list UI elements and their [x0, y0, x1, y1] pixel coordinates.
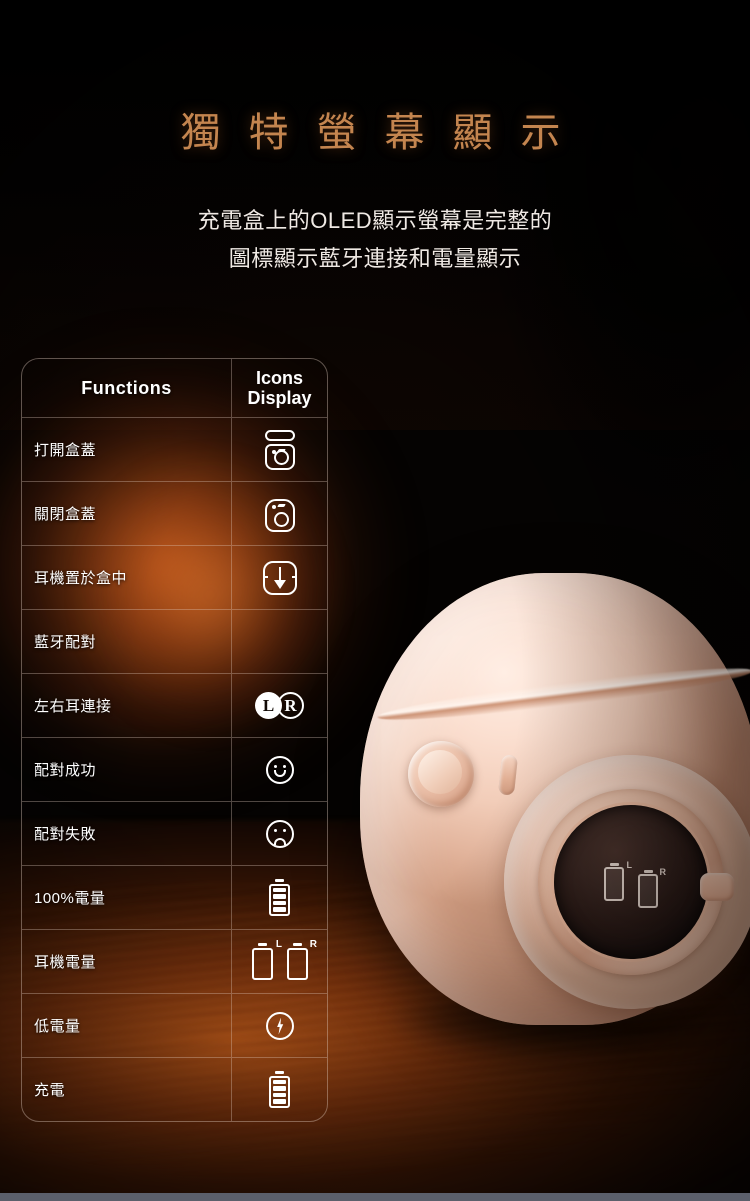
- case-body-shape: [264, 498, 295, 532]
- battery-full-icon: [269, 879, 291, 916]
- case-open-icon: [258, 428, 302, 472]
- subtitle-line-1: 充電盒上的OLED顯示螢幕是完整的: [197, 208, 553, 233]
- face-eye-right: [282, 828, 286, 832]
- column-header-icons-line2: Display: [247, 388, 312, 408]
- case-lens-shape: [273, 511, 289, 527]
- row-icon-cell: [232, 546, 327, 609]
- face-mouth-frown: [273, 837, 286, 845]
- row-icon-cell: [232, 802, 327, 865]
- battery-segment: [273, 900, 286, 906]
- row-label: 100%電量: [22, 866, 232, 929]
- row-label: 充電: [22, 1058, 232, 1121]
- earbud-battery-right-label: R: [309, 939, 317, 951]
- battery-shell: [269, 883, 290, 916]
- row-label: 左右耳連接: [22, 674, 232, 737]
- face-eye-left: [273, 828, 277, 832]
- arrow-side-right: [291, 575, 297, 579]
- functions-icons-table: Functions Icons Display 打開盒蓋 關閉盒蓋 耳機置於盒中…: [21, 358, 328, 1122]
- battery-segment: [273, 894, 286, 899]
- left-right-earbud-icon: L R: [255, 692, 304, 719]
- table-row: 低電量: [22, 993, 327, 1057]
- bottom-chrome-strip: [0, 1193, 750, 1201]
- row-icon-cell: [232, 866, 327, 929]
- subtitle-line-2: 圖標顯示藍牙連接和電量顯示: [228, 246, 522, 271]
- battery-segment: [273, 1092, 286, 1098]
- case-body-shape: [264, 443, 295, 470]
- down-arrow-head: [273, 579, 286, 589]
- row-icon-cell: [232, 738, 327, 801]
- row-icon-cell: L R: [232, 930, 327, 993]
- battery-cap: [257, 943, 267, 947]
- battery-segment: [273, 907, 286, 912]
- battery-segment: [273, 887, 286, 893]
- row-label: 配對失敗: [22, 802, 232, 865]
- case-closed-icon: [258, 492, 302, 536]
- battery-segment: [273, 1086, 286, 1091]
- battery-shell: [286, 947, 308, 980]
- battery-segment: [273, 1079, 286, 1085]
- face-mouth-smile: [273, 769, 286, 777]
- face-eye-right: [282, 764, 286, 768]
- earbud-battery-right: R: [286, 939, 317, 980]
- table-row: 配對失敗: [22, 801, 327, 865]
- page-title: 獨 特 螢 幕 顯 示: [180, 110, 570, 155]
- right-earbud-badge: R: [277, 692, 304, 719]
- column-header-icons-display: Icons Display: [232, 359, 327, 417]
- row-icon-cell: [232, 1058, 327, 1121]
- earbuds-in-case-icon: [258, 556, 302, 600]
- table-row: 耳機電量 L R: [22, 929, 327, 993]
- case-flash-shape: [276, 503, 286, 507]
- battery-outline: [251, 943, 273, 980]
- battery-cap: [292, 943, 302, 947]
- case-lens-shape: [273, 449, 289, 465]
- column-header-icons-line1: Icons: [255, 368, 303, 388]
- row-icon-cell: [232, 418, 327, 481]
- arrow-side-left: [262, 575, 268, 579]
- table-row: 打開盒蓋: [22, 417, 327, 481]
- row-icon-cell: [232, 482, 327, 545]
- table-row: 耳機置於盒中: [22, 545, 327, 609]
- earbud-battery-pair-icon: L R: [251, 939, 317, 980]
- face-eye-left: [273, 764, 277, 768]
- earbud-battery-left-label: L: [275, 939, 282, 951]
- header-block: 獨 特 螢 幕 顯 示 充電盒上的OLED顯示螢幕是完整的 圖標顯示藍牙連接和電…: [0, 0, 750, 278]
- sad-face-icon: [258, 812, 302, 856]
- page-subtitle: 充電盒上的OLED顯示螢幕是完整的 圖標顯示藍牙連接和電量顯示: [0, 202, 750, 278]
- case-viewfinder-dot: [271, 504, 276, 509]
- low-battery-bolt-icon: [258, 1004, 302, 1048]
- table-row: 左右耳連接 L R: [22, 673, 327, 737]
- battery-cap: [275, 1071, 284, 1075]
- row-icon-cell: L R: [232, 674, 327, 737]
- battery-shell: [269, 1075, 290, 1108]
- table-row: 藍牙配對: [22, 609, 327, 673]
- battery-outline: [286, 943, 308, 980]
- table-header-row: Functions Icons Display: [22, 359, 327, 417]
- battery-cap: [275, 879, 284, 883]
- table-row: 配對成功: [22, 737, 327, 801]
- battery-charging-icon: [269, 1071, 291, 1108]
- row-label: 低電量: [22, 994, 232, 1057]
- row-label: 關閉盒蓋: [22, 482, 232, 545]
- table-row: 100%電量: [22, 865, 327, 929]
- battery-segment: [273, 1099, 286, 1104]
- row-label: 配對成功: [22, 738, 232, 801]
- battery-shell: [251, 947, 273, 980]
- row-label: 打開盒蓋: [22, 418, 232, 481]
- table-row: 充電: [22, 1057, 327, 1121]
- row-icon-cell: [232, 994, 327, 1057]
- row-label: 藍牙配對: [22, 610, 232, 673]
- smiley-face-icon: [258, 748, 302, 792]
- table-row: 關閉盒蓋: [22, 481, 327, 545]
- row-label: 耳機置於盒中: [22, 546, 232, 609]
- product-feature-page: L R 獨 特 螢 幕 顯 示 充電盒上的OLED顯示螢幕是完整的 圖標顯示藍牙…: [0, 0, 750, 1201]
- case-lid-shape: [264, 429, 295, 441]
- earbud-battery-left: L: [251, 939, 282, 980]
- row-icon-cell: [232, 610, 327, 673]
- row-label: 耳機電量: [22, 930, 232, 993]
- column-header-functions: Functions: [22, 359, 232, 417]
